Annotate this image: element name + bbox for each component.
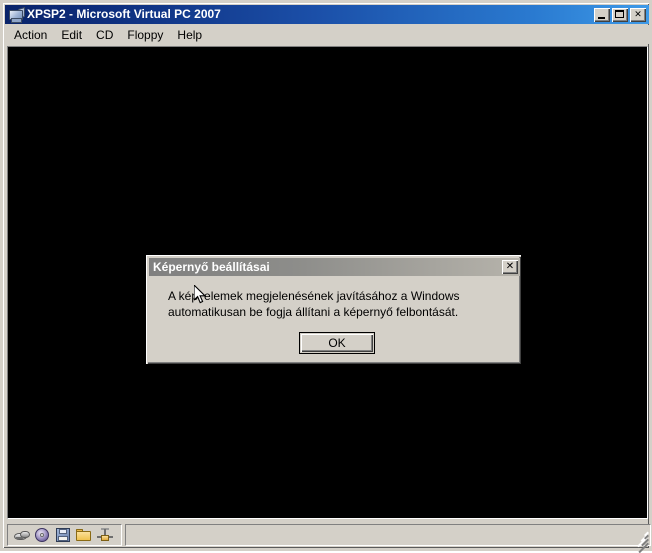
close-button[interactable]: ✕ — [630, 7, 646, 22]
cd-drive-icon[interactable] — [33, 527, 51, 543]
minimize-button[interactable] — [594, 7, 610, 22]
resize-grip[interactable] — [635, 530, 649, 553]
menu-item-cd[interactable]: CD — [89, 26, 120, 44]
menu-item-help[interactable]: Help — [170, 26, 209, 44]
close-icon: ✕ — [505, 261, 515, 272]
vm-screen[interactable]: Képernyő beállításai ✕ A képi elemek meg… — [8, 47, 647, 518]
dialog-titlebar[interactable]: Képernyő beállításai ✕ — [149, 258, 520, 276]
dialog-title: Képernyő beállításai — [153, 260, 270, 274]
network-icon[interactable] — [12, 527, 30, 543]
menu-item-edit[interactable]: Edit — [54, 26, 89, 44]
display-settings-dialog: Képernyő beállításai ✕ A képi elemek meg… — [145, 254, 522, 365]
window-titlebar[interactable]: XPSP2 - Microsoft Virtual PC 2007 ✕ — [5, 5, 649, 24]
menu-item-floppy[interactable]: Floppy — [120, 26, 170, 44]
vm-screen-frame: Képernyő beállításai ✕ A képi elemek meg… — [7, 46, 648, 519]
virtual-machine-icon — [8, 6, 25, 23]
floppy-drive-icon[interactable] — [54, 527, 72, 543]
statusbar-icon-tray — [7, 524, 122, 546]
ok-button-label: OK — [328, 336, 346, 350]
virtual-pc-window: XPSP2 - Microsoft Virtual PC 2007 ✕ Acti… — [0, 0, 652, 553]
maximize-button[interactable] — [612, 7, 628, 22]
window-title: XPSP2 - Microsoft Virtual PC 2007 — [27, 7, 221, 21]
menubar: Action Edit CD Floppy Help — [5, 25, 649, 44]
menu-item-action[interactable]: Action — [7, 26, 54, 44]
shared-folder-icon[interactable] — [75, 527, 93, 543]
close-icon: ✕ — [634, 9, 642, 19]
network-drive-icon[interactable] — [96, 527, 114, 543]
statusbar-message-area — [125, 524, 651, 553]
dialog-close-button[interactable]: ✕ — [502, 260, 518, 274]
ok-button[interactable]: OK — [299, 332, 375, 354]
dialog-message: A képi elemek megjelenésének javításához… — [168, 289, 460, 319]
statusbar — [7, 522, 651, 553]
